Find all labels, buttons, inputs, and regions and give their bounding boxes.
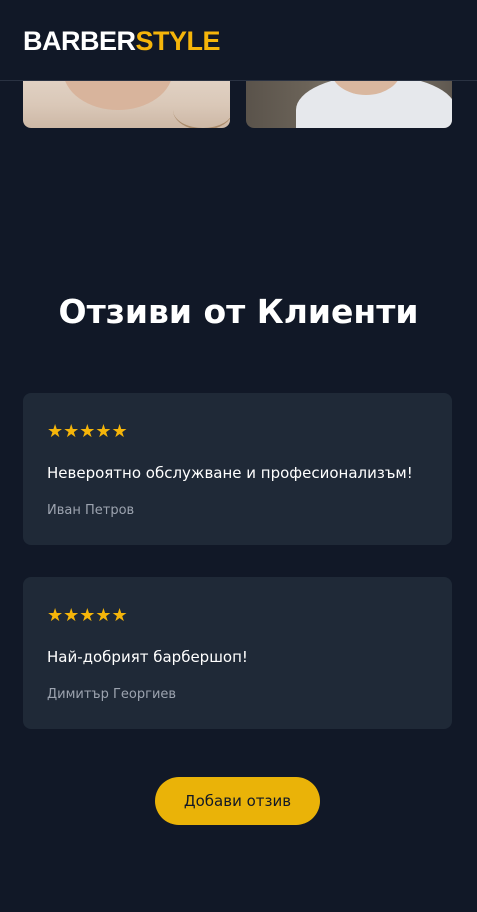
star-rating-icon: ★★★★★	[47, 605, 128, 626]
section-title: Отзиви от Клиенти	[58, 292, 419, 331]
necklace	[173, 90, 230, 128]
add-review-button[interactable]: Добави отзив	[155, 777, 320, 825]
logo-style: STYLE	[135, 26, 221, 56]
logo[interactable]: BARBERSTYLE	[23, 25, 221, 57]
testimonial-text: Най-добрият барбершоп!	[47, 648, 248, 666]
testimonial-card: ★★★★★ Невероятно обслужване и професиона…	[23, 393, 452, 545]
site-header: BARBERSTYLE	[0, 0, 477, 81]
testimonial-text: Невероятно обслужване и професионализъм!	[47, 464, 413, 482]
logo-barber: BARBER	[23, 26, 136, 56]
testimonial-card: ★★★★★ Най-добрият барбершоп! Димитър Гео…	[23, 577, 452, 729]
testimonial-author: Димитър Георгиев	[47, 687, 177, 702]
star-rating-icon: ★★★★★	[47, 421, 128, 442]
testimonial-author: Иван Петров	[47, 503, 135, 518]
